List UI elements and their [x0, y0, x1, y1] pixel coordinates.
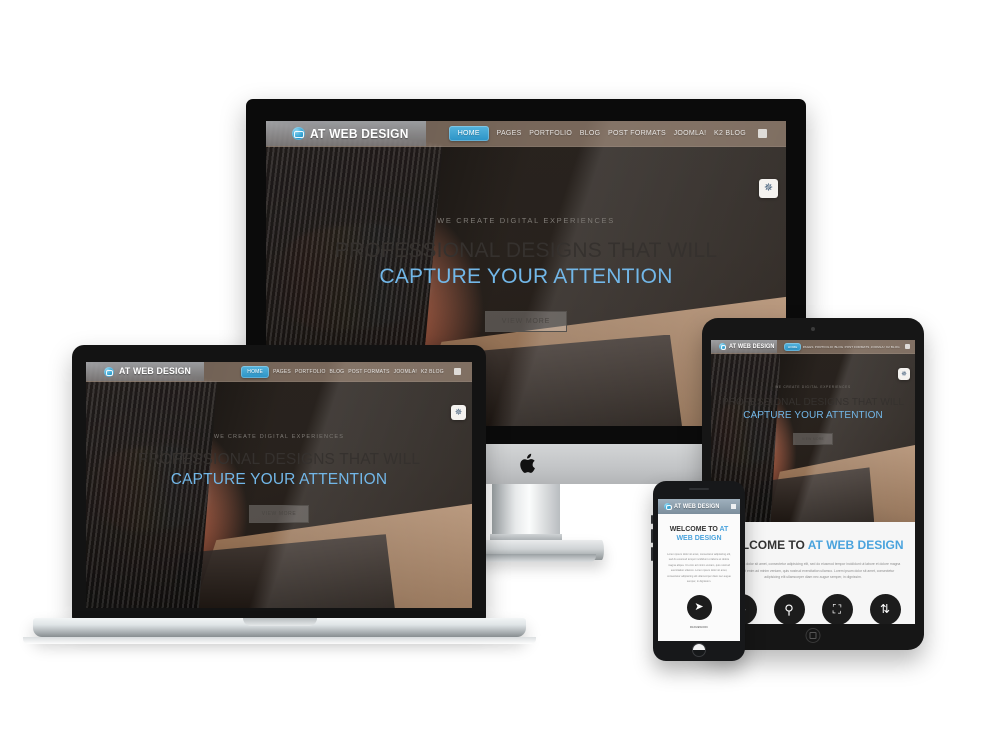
view-more-button[interactable]: VIEW MORE	[484, 310, 568, 332]
nav-item-pages[interactable]: PAGES	[273, 369, 291, 375]
hero-kicker: WE CREATE DIGITAL EXPERIENCES	[437, 216, 615, 225]
nav-item-home[interactable]: HOME	[783, 342, 802, 351]
welcome-section: WELCOME TO AT WEB DESIGN Lorem ipsum dol…	[658, 514, 740, 641]
nav-items: HOME PAGES PORTFOLIO BLOG POST FORMATS J…	[445, 126, 786, 141]
nav-item-portfolio[interactable]: PORTFOLIO	[295, 369, 326, 375]
welcome-body-text: Lorem ipsum dolor sit amet, consectetur …	[725, 562, 901, 580]
nav-items: HOME PAGES PORTFOLIO BLOG POST FORMATS J…	[783, 342, 915, 351]
hero-headline-line1: PROFESSIONAL DESIGNS THAT WILL	[721, 397, 905, 408]
welcome-heading-accent: AT WEB DESIGN	[807, 538, 904, 552]
hero-headline-line2: CAPTURE YOUR ATTENTION	[743, 410, 883, 421]
macbook-screen: AT WEB DESIGN HOME PAGES PORTFOLIO BLOG …	[86, 362, 472, 608]
brand-logo[interactable]: AT WEB DESIGN	[658, 503, 724, 510]
nav-item-home[interactable]: HOME	[448, 126, 489, 141]
nav-item-joomla[interactable]: JOOMLA!	[871, 345, 885, 349]
volume-down-button[interactable]	[651, 547, 653, 561]
refresh-screen-icon: ⇅	[869, 593, 901, 624]
mobile-navbar: AT WEB DESIGN	[658, 499, 740, 514]
hero-headline-line1: PROFESSIONAL DESIGNS THAT WILL	[334, 239, 718, 262]
brand-logo[interactable]: AT WEB DESIGN	[86, 366, 197, 377]
nav-item-pages[interactable]: PAGES	[803, 345, 814, 349]
website-laptop: AT WEB DESIGN HOME PAGES PORTFOLIO BLOG …	[86, 362, 472, 608]
imac-stand-neck	[490, 484, 562, 544]
apple-logo	[519, 453, 535, 473]
home-button[interactable]	[692, 643, 706, 657]
macbook-base	[33, 618, 526, 637]
search-icon: ⚲	[773, 593, 805, 624]
welcome-heading: WELCOME TO AT WEB DESIGN	[658, 525, 740, 544]
hero-kicker: WE CREATE DIGITAL EXPERIENCES	[775, 385, 851, 389]
nav-item-portfolio[interactable]: PORTFOLIO	[815, 345, 833, 349]
nav-item-blog[interactable]: BLOG	[330, 369, 345, 375]
settings-gear-button[interactable]: ✵	[898, 368, 910, 380]
iphone-screen: AT WEB DESIGN ✵ WELCOME TO AT WEB DESIGN…	[658, 499, 740, 641]
grid-menu-icon[interactable]	[905, 344, 911, 349]
settings-gear-button[interactable]: ✵	[759, 179, 778, 198]
site-navbar: AT WEB DESIGN HOME PAGES PORTFOLIO BLOG …	[86, 362, 472, 382]
nav-item-post-formats[interactable]: POST FORMATS	[348, 369, 389, 375]
paper-plane-icon: ➤	[686, 594, 712, 620]
settings-gear-button[interactable]: ✵	[451, 405, 466, 420]
globe-badge-icon	[291, 127, 305, 140]
earpiece-speaker	[689, 488, 709, 490]
nav-item-joomla[interactable]: JOOMLA!	[394, 369, 417, 375]
feature-list: ➤ FRAMEWORK	[658, 594, 740, 629]
front-camera-icon	[811, 327, 815, 331]
brand-name: AT WEB DESIGN	[729, 343, 775, 350]
hero-kicker: WE CREATE DIGITAL EXPERIENCES	[213, 434, 345, 440]
gear-icon: ✵	[763, 182, 774, 194]
view-more-button[interactable]: VIEW MORE	[248, 505, 310, 524]
brand-logo[interactable]: AT WEB DESIGN	[711, 343, 779, 350]
hero-headline-line1: PROFESSIONAL DESIGNS THAT WILL	[137, 451, 421, 468]
hero-headline-line2: CAPTURE YOUR ATTENTION	[170, 471, 388, 489]
nav-item-joomla[interactable]: JOOMLA!	[674, 130, 707, 137]
site-navbar: AT WEB DESIGN HOME PAGES PORTFOLIO BLOG …	[266, 121, 786, 147]
macbook-base-edge	[23, 637, 536, 644]
silent-switch[interactable]	[651, 515, 653, 524]
view-more-button[interactable]: VIEW MORE	[792, 433, 834, 445]
nav-item-blog[interactable]: BLOG	[834, 345, 843, 349]
grid-menu-icon[interactable]	[757, 129, 767, 138]
nav-items: HOME PAGES PORTFOLIO BLOG POST FORMATS J…	[239, 365, 472, 378]
brand-name: AT WEB DESIGN	[674, 503, 720, 510]
grid-menu-icon[interactable]	[453, 368, 461, 375]
nav-item-home[interactable]: HOME	[241, 365, 270, 378]
globe-badge-icon	[719, 343, 727, 350]
nav-item-post-formats[interactable]: POST FORMATS	[608, 130, 666, 137]
nav-item-k2-blog[interactable]: K2 BLOG	[714, 130, 746, 137]
feature-item[interactable]: ⚲ NEW STRATEGY	[773, 593, 805, 624]
macbook-base-notch	[242, 618, 317, 626]
nav-item-post-formats[interactable]: POST FORMATS	[845, 345, 870, 349]
gear-icon: ✵	[454, 407, 463, 417]
feature-item[interactable]: ⇅ LAUNCH	[869, 593, 901, 624]
brand-name: AT WEB DESIGN	[309, 126, 409, 141]
feature-item[interactable]: ⛶ EXECUTION	[821, 593, 853, 624]
nav-item-blog[interactable]: BLOG	[580, 130, 601, 137]
home-button[interactable]	[805, 628, 821, 643]
nav-item-k2-blog[interactable]: K2 BLOG	[886, 345, 900, 349]
nav-item-pages[interactable]: PAGES	[497, 130, 522, 137]
monitor-icon: ⛶	[821, 593, 853, 624]
hamburger-menu-icon[interactable]	[731, 504, 736, 509]
nav-item-k2-blog[interactable]: K2 BLOG	[421, 369, 444, 375]
hero-headline-line2: CAPTURE YOUR ATTENTION	[379, 265, 673, 289]
welcome-heading-prefix: WELCOME TO	[669, 526, 720, 533]
hero-section: WE CREATE DIGITAL EXPERIENCES PROFESSION…	[711, 385, 915, 445]
globe-badge-icon	[103, 366, 114, 377]
feature-item[interactable]: ➤ FRAMEWORK	[686, 594, 712, 629]
welcome-body-text: Lorem ipsum dolor sit amet, consectetur …	[667, 552, 731, 584]
brand-logo[interactable]: AT WEB DESIGN	[266, 126, 417, 141]
hero-section: WE CREATE DIGITAL EXPERIENCES PROFESSION…	[266, 216, 786, 332]
macbook-pro-laptop: AT WEB DESIGN HOME PAGES PORTFOLIO BLOG …	[72, 345, 486, 620]
volume-up-button[interactable]	[651, 529, 653, 543]
gear-icon: ✵	[901, 370, 907, 378]
feature-label: FRAMEWORK	[689, 625, 709, 629]
site-navbar: AT WEB DESIGN HOME PAGES PORTFOLIO BLOG …	[711, 340, 915, 354]
showcase-stage: AT WEB DESIGN HOME PAGES PORTFOLIO BLOG …	[0, 0, 1000, 750]
globe-badge-icon	[664, 503, 672, 510]
brand-name: AT WEB DESIGN	[118, 366, 191, 377]
iphone-mobile: AT WEB DESIGN ✵ WELCOME TO AT WEB DESIGN…	[651, 481, 745, 661]
hero-section: WE CREATE DIGITAL EXPERIENCES PROFESSION…	[86, 434, 472, 524]
nav-item-portfolio[interactable]: PORTFOLIO	[529, 130, 572, 137]
